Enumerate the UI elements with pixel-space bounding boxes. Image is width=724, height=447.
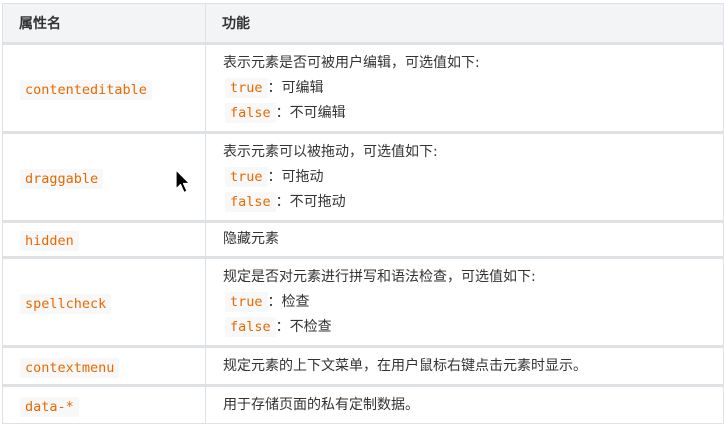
description-text: 隐藏元素 — [223, 231, 279, 247]
description-cell: 表示元素是否可被用户编辑，可选值如下: true ：可编辑 false ：不可编辑 — [205, 43, 724, 133]
attribute-code: contextmenu — [20, 357, 120, 378]
option-value: true — [225, 291, 268, 312]
attribute-cell: contextmenu — [2, 346, 206, 386]
option-value: false — [225, 102, 276, 123]
table-row: hidden 隐藏元素 — [2, 221, 724, 258]
option-text: ：不可拖动 — [275, 193, 346, 210]
attribute-code: contenteditable — [20, 79, 152, 100]
header-attribute-name: 属性名 — [2, 3, 206, 44]
table-row: draggable 表示元素可以被拖动，可选值如下: true ：可拖动 fals… — [2, 132, 724, 222]
option-text: ：可拖动 — [267, 168, 324, 185]
option-line: true ：检查 — [223, 290, 723, 315]
option-line: false ：不可编辑 — [223, 101, 723, 126]
attribute-code: draggable — [20, 168, 104, 189]
option-line: true ：可编辑 — [223, 76, 723, 101]
attribute-cell: hidden — [2, 221, 206, 258]
table-row: spellcheck 规定是否对元素进行拼写和语法检查，可选值如下: true：… — [2, 257, 724, 347]
attribute-code: hidden — [20, 231, 79, 251]
table-row: contenteditable 表示元素是否可被用户编辑，可选值如下: true… — [2, 43, 724, 133]
description-text: 表示元素可以被拖动，可选值如下: — [223, 143, 438, 160]
attribute-code: data-* — [20, 396, 79, 417]
description-text: 规定元素的上下文菜单，在用户鼠标右键点击元素时显示。 — [223, 357, 587, 374]
description-text: 用于存储页面的私有定制数据。 — [223, 396, 419, 413]
attribute-code: spellcheck — [20, 293, 112, 314]
description-cell: 用于存储页面的私有定制数据。 — [205, 385, 724, 424]
option-text: ：可编辑 — [267, 79, 324, 96]
option-text: ：不可编辑 — [275, 104, 346, 121]
option-value: false — [225, 316, 276, 337]
option-value: true — [225, 77, 268, 98]
option-value: true — [225, 166, 268, 187]
table-row: contextmenu 规定元素的上下文菜单，在用户鼠标右键点击元素时显示。 — [2, 346, 724, 386]
table-header-row: 属性名 功能 — [2, 3, 724, 44]
mouse-pointer-icon — [175, 169, 191, 194]
description-text: 规定是否对元素进行拼写和语法检查，可选值如下: — [223, 268, 536, 285]
attribute-cell: spellcheck — [2, 257, 206, 347]
table-row: data-* 用于存储页面的私有定制数据。 — [2, 385, 724, 424]
option-text: ：检查 — [267, 293, 310, 310]
option-text: ：不检查 — [275, 318, 332, 335]
attributes-table: 属性名 功能 contenteditable 表示元素是否可被用户编辑，可选值如… — [2, 3, 724, 424]
description-cell: 隐藏元素 — [205, 221, 724, 258]
header-function: 功能 — [205, 3, 724, 44]
attribute-cell: data-* — [2, 385, 206, 424]
description-cell: 规定元素的上下文菜单，在用户鼠标右键点击元素时显示。 — [205, 346, 724, 386]
option-line: false ：不检查 — [223, 315, 723, 340]
option-value: false — [225, 191, 276, 212]
attribute-cell: contenteditable — [2, 43, 206, 133]
option-line: true ：可拖动 — [223, 165, 723, 190]
description-cell: 表示元素可以被拖动，可选值如下: true ：可拖动 false ：不可拖动 — [205, 132, 724, 222]
description-cell: 规定是否对元素进行拼写和语法检查，可选值如下: true ：检查 false ：不检… — [205, 257, 724, 347]
option-line: false ：不可拖动 — [223, 190, 723, 215]
description-text: 表示元素是否可被用户编辑，可选值如下: — [223, 54, 480, 71]
